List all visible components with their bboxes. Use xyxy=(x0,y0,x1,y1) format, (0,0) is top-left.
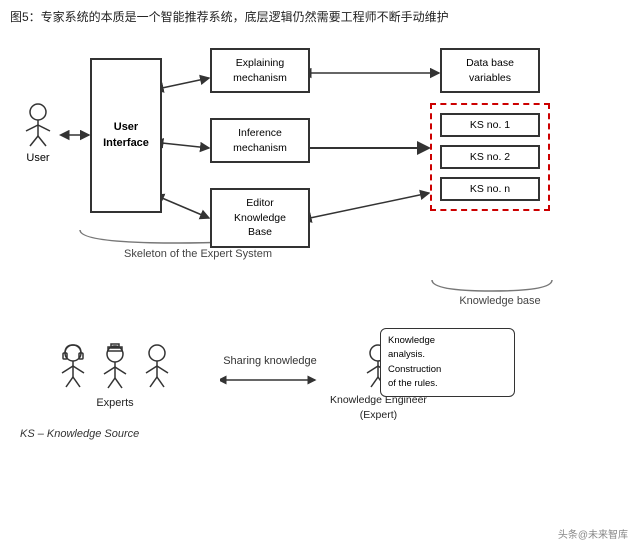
sharing-arrow-svg xyxy=(220,370,320,390)
knowledge-bubble: Knowledge analysis. Construction of the … xyxy=(380,328,515,397)
ui-box: User Interface xyxy=(90,58,162,213)
branding: 头条@未来智库 xyxy=(558,526,628,541)
ks-group: KS no. 1 KS no. 2 KS no. n xyxy=(430,103,550,211)
page-title: 图5：专家系统的本质是一个智能推荐系统，底层逻辑仍然需要工程师不断手动维护 xyxy=(10,8,630,25)
expert-icons xyxy=(54,343,176,393)
ks-item-1: KS no. 1 xyxy=(440,113,540,137)
main-diagram: User User Interface Explaining mechanism… xyxy=(10,33,620,343)
explaining-box: Explaining mechanism xyxy=(210,48,310,93)
experts-label: Experts xyxy=(96,397,133,409)
ks-item-2: KS no. 2 xyxy=(440,145,540,169)
expert2-icon xyxy=(96,343,134,393)
experts-group: Experts xyxy=(20,343,210,409)
sharing-group: Sharing knowledge xyxy=(210,343,330,390)
bottom-section: Experts Sharing knowledge xyxy=(20,343,640,422)
ui-label: User Interface xyxy=(103,120,149,151)
editor-kb-box: Editor Knowledge Base xyxy=(210,188,310,248)
database-box: Data base variables xyxy=(440,48,540,93)
expert1-icon xyxy=(54,343,92,393)
database-label: Data base variables xyxy=(466,57,514,84)
user-icon xyxy=(20,103,56,149)
expert3-icon xyxy=(138,343,176,393)
kb-label: Knowledge base xyxy=(440,295,560,307)
ks-item-3: KS no. n xyxy=(440,177,540,201)
user-block: User xyxy=(20,103,56,164)
inference-box: Inference mechanism xyxy=(210,118,310,163)
ke-label: Knowledge Engineer (Expert) xyxy=(330,393,427,422)
page-wrapper: 图5：专家系统的本质是一个智能推荐系统，底层逻辑仍然需要工程师不断手动维护 xyxy=(0,0,640,546)
skeleton-label: Skeleton of the Expert System xyxy=(78,248,318,260)
editor-kb-label: Editor Knowledge Base xyxy=(234,197,286,238)
user-label: User xyxy=(26,152,49,164)
explaining-label: Explaining mechanism xyxy=(233,57,287,84)
sharing-label: Sharing knowledge xyxy=(223,355,317,367)
ks-footnote: KS – Knowledge Source xyxy=(20,428,630,440)
ke-group: Knowledge Engineer (Expert) Knowledge an… xyxy=(330,343,427,422)
inference-label: Inference mechanism xyxy=(233,127,287,154)
